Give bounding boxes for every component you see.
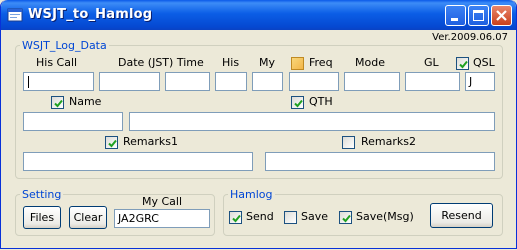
gl-header: GL (424, 56, 439, 69)
name-input[interactable] (23, 112, 123, 131)
remarks1-checkbox[interactable] (105, 136, 118, 149)
checkmark-icon (342, 214, 351, 223)
clear-button[interactable]: Clear (69, 206, 107, 229)
date-time-header: Date (JST) Time (118, 56, 204, 69)
close-icon (496, 10, 507, 21)
checkmark-icon (108, 139, 117, 148)
checkmark-icon (232, 214, 241, 223)
remarks2-label: Remarks2 (361, 135, 416, 148)
time-input[interactable] (165, 72, 210, 91)
title-bar[interactable]: WSJT_to_Hamlog (1, 0, 516, 30)
log-data-group-label: WSJT_Log_Data (22, 39, 107, 52)
qth-checkbox[interactable] (291, 96, 304, 109)
remarks2-input[interactable] (265, 152, 495, 171)
app-window-icon (7, 8, 23, 22)
qsl-header: QSL (473, 56, 495, 69)
freq-header: Freq (309, 56, 333, 69)
send-label: Send (246, 210, 274, 223)
name-label: Name (69, 95, 102, 108)
save-label: Save (301, 210, 329, 223)
qsl-input[interactable]: J (465, 72, 495, 91)
qth-label: QTH (309, 95, 333, 108)
my-call-input[interactable]: JA2GRC (114, 209, 210, 228)
maximize-icon (473, 10, 484, 21)
files-button[interactable]: Files (23, 206, 61, 229)
send-checkbox[interactable] (229, 211, 242, 224)
window-title: WSJT_to_Hamlog (28, 7, 153, 22)
remarks1-input[interactable] (23, 152, 253, 171)
gl-input[interactable] (405, 72, 460, 91)
minimize-button[interactable] (445, 5, 466, 26)
hamlog-group-label: Hamlog (230, 188, 273, 201)
close-button[interactable] (491, 5, 512, 26)
my-header: My (259, 56, 276, 69)
qth-input[interactable] (129, 112, 495, 131)
remarks1-label: Remarks1 (123, 135, 178, 148)
checkmark-icon (459, 60, 468, 69)
date-input[interactable] (99, 72, 160, 91)
his-rst-input[interactable] (215, 72, 247, 91)
text-cursor (28, 76, 29, 88)
my-call-label: My Call (142, 195, 183, 208)
freq-input[interactable] (289, 72, 339, 91)
maximize-button[interactable] (468, 5, 489, 26)
my-rst-input[interactable] (252, 72, 283, 91)
save-msg-checkbox[interactable] (339, 211, 352, 224)
his-call-input[interactable] (23, 72, 94, 91)
mode-header: Mode (355, 56, 385, 69)
qsl-checkbox[interactable] (456, 57, 469, 70)
minimize-icon (451, 18, 458, 21)
save-msg-label: Save(Msg) (356, 210, 414, 223)
freq-checkbox[interactable] (291, 57, 304, 70)
checkmark-icon (54, 99, 63, 108)
resend-button[interactable]: Resend (430, 203, 493, 228)
name-checkbox[interactable] (51, 96, 64, 109)
save-checkbox[interactable] (284, 211, 297, 224)
remarks2-checkbox[interactable] (342, 136, 355, 149)
checkmark-icon (294, 99, 303, 108)
his-call-header: His Call (36, 56, 78, 69)
setting-group-label: Setting (22, 188, 62, 201)
mode-input[interactable] (344, 72, 400, 91)
app-window: WSJT_to_Hamlog Ver.2009.06.07 WSJT_Log_D… (0, 0, 517, 249)
his-header: His (222, 56, 240, 69)
